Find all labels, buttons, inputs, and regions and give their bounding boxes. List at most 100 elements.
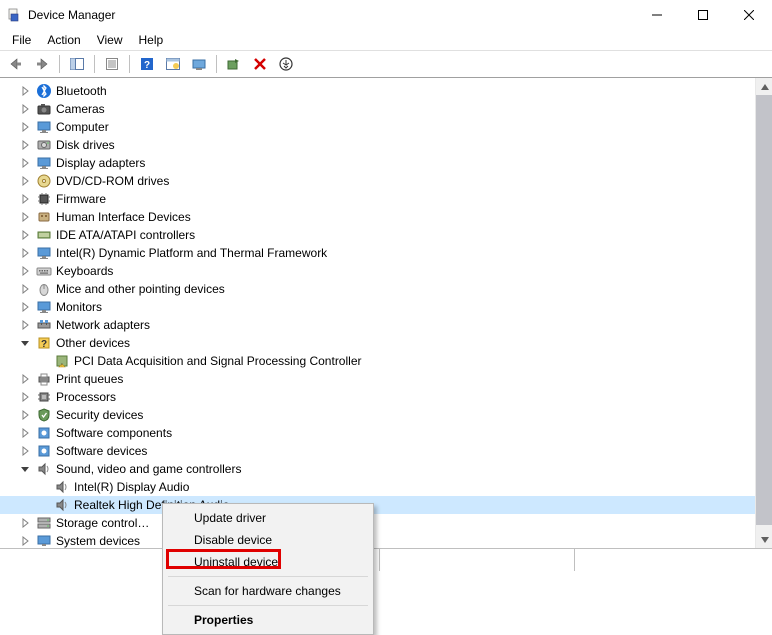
expand-icon[interactable] — [20, 428, 34, 438]
more-actions-button[interactable] — [274, 53, 298, 75]
monitor-icon — [36, 119, 52, 135]
expand-icon[interactable] — [20, 176, 34, 186]
sound-icon — [54, 497, 70, 513]
printer-icon — [36, 371, 52, 387]
help-button[interactable]: ? — [135, 53, 159, 75]
tree-item[interactable]: Keyboards — [0, 262, 755, 280]
statusbar — [0, 548, 772, 634]
tree-item[interactable]: Security devices — [0, 406, 755, 424]
tree-item[interactable]: Sound, video and game controllers — [0, 460, 755, 478]
maximize-button[interactable] — [680, 0, 726, 30]
tree-item[interactable]: Computer — [0, 118, 755, 136]
update-driver-button[interactable] — [161, 53, 185, 75]
enable-device-button[interactable] — [187, 53, 211, 75]
disk-icon — [36, 137, 52, 153]
expand-icon[interactable] — [20, 230, 34, 240]
menu-help[interactable]: Help — [131, 31, 172, 49]
tree-item-label: Bluetooth — [56, 84, 107, 98]
properties-button[interactable] — [100, 53, 124, 75]
toolbar-separator — [94, 55, 95, 73]
tree-item[interactable]: Intel(R) Dynamic Platform and Thermal Fr… — [0, 244, 755, 262]
tree-item-label: Human Interface Devices — [56, 210, 191, 224]
expand-icon[interactable] — [20, 248, 34, 258]
monitor-icon — [36, 245, 52, 261]
tree-item[interactable]: Processors — [0, 388, 755, 406]
tree-item-label: Storage control… — [56, 516, 149, 530]
tree-item[interactable]: Display adapters — [0, 154, 755, 172]
show-hide-console-tree-button[interactable] — [65, 53, 89, 75]
expand-icon[interactable] — [20, 446, 34, 456]
tree-item[interactable]: Mice and other pointing devices — [0, 280, 755, 298]
tree-item-label: Cameras — [56, 102, 105, 116]
expand-icon[interactable] — [20, 284, 34, 294]
menu-file[interactable]: File — [4, 31, 39, 49]
expand-icon[interactable] — [20, 392, 34, 402]
tree-item[interactable]: Bluetooth — [0, 82, 755, 100]
tree-item[interactable]: DVD/CD-ROM drives — [0, 172, 755, 190]
minimize-button[interactable] — [634, 0, 680, 30]
context-disable-device[interactable]: Disable device — [166, 529, 370, 551]
network-icon — [36, 317, 52, 333]
expand-icon[interactable] — [20, 302, 34, 312]
tree-item[interactable]: Network adapters — [0, 316, 755, 334]
tree-child-item[interactable]: !PCI Data Acquisition and Signal Process… — [0, 352, 755, 370]
tree-item[interactable]: Disk drives — [0, 136, 755, 154]
context-properties[interactable]: Properties — [166, 609, 370, 631]
expand-icon[interactable] — [20, 86, 34, 96]
tree-item[interactable]: Monitors — [0, 298, 755, 316]
tree-item[interactable]: Software components — [0, 424, 755, 442]
expand-icon[interactable] — [20, 158, 34, 168]
expand-icon[interactable] — [20, 122, 34, 132]
warn-icon: ! — [54, 353, 70, 369]
tree-item-label: Firmware — [56, 192, 106, 206]
tree-item[interactable]: Storage control… — [0, 514, 755, 532]
expand-icon[interactable] — [20, 212, 34, 222]
tree-item[interactable]: Firmware — [0, 190, 755, 208]
context-update-driver[interactable]: Update driver — [166, 507, 370, 529]
collapse-icon[interactable] — [20, 338, 34, 348]
keyboard-icon — [36, 263, 52, 279]
expand-icon[interactable] — [20, 410, 34, 420]
tree-child-item[interactable]: Realtek High Definition Audio — [0, 496, 755, 514]
tree-item[interactable]: ?Other devices — [0, 334, 755, 352]
expand-icon[interactable] — [20, 194, 34, 204]
menu-action[interactable]: Action — [39, 31, 88, 49]
tree-item[interactable]: Cameras — [0, 100, 755, 118]
tree-item-label: Security devices — [56, 408, 143, 422]
expand-icon[interactable] — [20, 518, 34, 528]
uninstall-button[interactable] — [248, 53, 272, 75]
scan-hardware-button[interactable] — [222, 53, 246, 75]
tree-item[interactable]: Software devices — [0, 442, 755, 460]
tree-item-label: System devices — [56, 534, 140, 548]
scroll-thumb[interactable] — [756, 95, 772, 525]
menu-view[interactable]: View — [89, 31, 131, 49]
monitor-icon — [36, 155, 52, 171]
menubar: File Action View Help — [0, 30, 772, 50]
expand-icon[interactable] — [20, 266, 34, 276]
collapse-icon[interactable] — [20, 464, 34, 474]
ide-icon — [36, 227, 52, 243]
context-scan-hardware[interactable]: Scan for hardware changes — [166, 580, 370, 602]
tree-item-label: Keyboards — [56, 264, 113, 278]
tree-item[interactable]: IDE ATA/ATAPI controllers — [0, 226, 755, 244]
scroll-up-button[interactable] — [756, 78, 772, 95]
expand-icon[interactable] — [20, 536, 34, 546]
status-cell — [575, 549, 772, 571]
tree-child-item[interactable]: Intel(R) Display Audio — [0, 478, 755, 496]
tree-item[interactable]: Human Interface Devices — [0, 208, 755, 226]
close-button[interactable] — [726, 0, 772, 30]
expand-icon[interactable] — [20, 374, 34, 384]
expand-icon[interactable] — [20, 140, 34, 150]
svg-text:?: ? — [144, 60, 150, 71]
tree-item[interactable]: Print queues — [0, 370, 755, 388]
back-button[interactable] — [4, 53, 28, 75]
tree-item-label: Processors — [56, 390, 116, 404]
expand-icon[interactable] — [20, 320, 34, 330]
scroll-down-button[interactable] — [756, 531, 772, 548]
forward-button[interactable] — [30, 53, 54, 75]
context-uninstall-device[interactable]: Uninstall device — [166, 551, 370, 573]
bluetooth-icon — [36, 83, 52, 99]
camera-icon — [36, 101, 52, 117]
expand-icon[interactable] — [20, 104, 34, 114]
toolbar-separator — [59, 55, 60, 73]
